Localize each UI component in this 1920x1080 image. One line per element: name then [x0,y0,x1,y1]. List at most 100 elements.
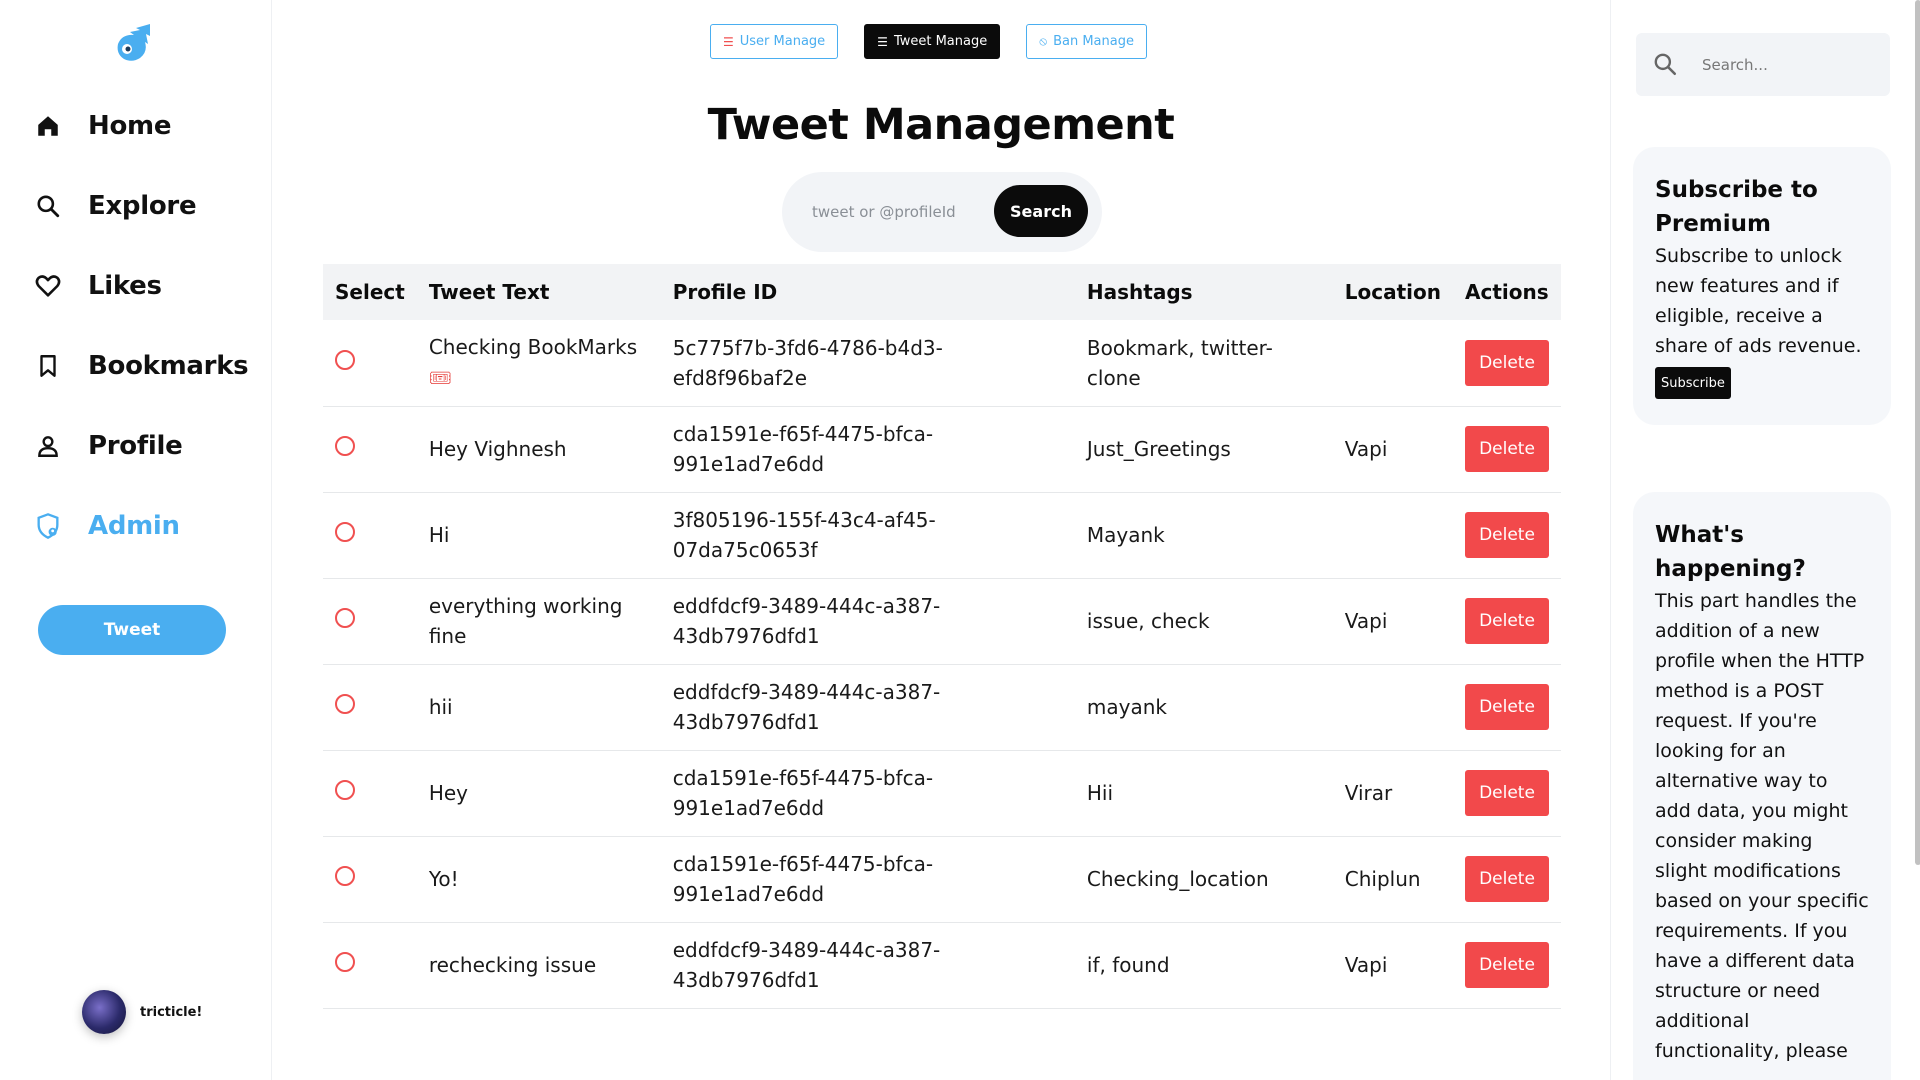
nav-item-home[interactable]: Home [28,98,248,154]
tweet-text-cell: everything working fine [428,594,623,648]
nav-item-profile[interactable]: Profile [28,418,248,474]
premium-body: Subscribe to unlock new features and if … [1655,245,1862,357]
select-radio[interactable] [335,522,355,542]
nav-item-explore[interactable]: Explore [28,178,248,234]
location-cell [1333,664,1453,750]
subscribe-button[interactable]: Subscribe [1655,367,1731,399]
tweet-text-cell: hii [428,695,453,719]
table-row: Hey cda1591e-f65f-4475-bfca-991e1ad7e6dd… [323,750,1561,836]
profile-id-cell: cda1591e-f65f-4475-bfca-991e1ad7e6dd [672,852,934,906]
delete-button[interactable]: Delete [1465,339,1549,386]
page-title: Tweet Management [707,100,1175,150]
nav-item-admin[interactable]: Admin [28,498,248,554]
hashtags-cell: mayank [1086,695,1167,719]
avatar [82,990,126,1034]
tweet-text: Checking BookMarks [428,334,638,359]
page-scrollbar[interactable] [1915,0,1920,865]
location-cell: Vapi [1344,953,1388,977]
username: tricticle! [140,1004,203,1020]
bookmark-icon [28,346,68,386]
nav-item-bookmarks[interactable]: Bookmarks [28,338,249,394]
delete-button[interactable]: Delete [1465,684,1549,730]
ticket-emoji: 🎟 [428,367,452,389]
list-icon: ☰ [723,34,734,49]
tab-ban-manage[interactable]: ⦸ Ban Manage [1026,24,1147,59]
hashtags-cell: Hii [1086,781,1114,805]
select-radio[interactable] [335,694,355,714]
global-search-input[interactable] [1702,55,1852,74]
user-icon [28,426,68,466]
table-row: Yo! cda1591e-f65f-4475-bfca-991e1ad7e6dd… [323,836,1561,922]
search-icon [28,186,68,226]
home-icon [28,106,68,146]
hashtags-cell: Checking_location [1086,867,1269,891]
hashtags-cell: Mayank [1086,523,1165,547]
delete-button[interactable]: Delete [1465,598,1549,644]
happening-title: What's happening? [1655,522,1806,582]
nav-label-bookmarks: Bookmarks [88,351,249,381]
delete-button[interactable]: Delete [1465,426,1549,472]
main-nav: Home Explore Likes Bookmarks Profile Adm… [28,98,249,578]
table-row: everything working fine eddfdcf9-3489-44… [323,578,1561,664]
nav-label-likes: Likes [88,271,162,301]
hashtags-cell: if, found [1086,953,1170,977]
select-radio[interactable] [335,349,355,370]
delete-button[interactable]: Delete [1465,770,1549,816]
right-panel: Subscribe to Premium Subscribe to unlock… [1610,0,1920,1080]
select-radio[interactable] [335,780,355,800]
delete-button[interactable]: Delete [1465,512,1549,558]
search-button[interactable]: Search [994,185,1088,237]
tweet-text-cell: Hey Vighnesh [428,437,567,461]
table-row: Checking BookMarks 🎟 5c775f7b-3fd6-4786-b… [323,320,1561,406]
tab-user-manage[interactable]: ☰ User Manage [710,24,839,59]
admin-shield-icon [28,506,68,546]
location-cell: Vapi [1344,609,1388,633]
tweet-button[interactable]: Tweet [38,605,226,655]
profile-id-cell: cda1591e-f65f-4475-bfca-991e1ad7e6dd [672,422,934,476]
header-select: Select [335,280,405,304]
happening-body: This part handles the addition of a new … [1655,590,1869,1062]
nav-label-home: Home [88,111,172,141]
select-radio[interactable] [335,608,355,628]
delete-button[interactable]: Delete [1465,856,1549,902]
premium-card: Subscribe to Premium Subscribe to unlock… [1633,147,1891,425]
tweet-search-input[interactable] [812,203,992,221]
nav-item-likes[interactable]: Likes [28,258,248,314]
header-hashtags: Hashtags [1086,280,1193,304]
location-cell: Virar [1344,781,1393,805]
location-cell: Chiplun [1344,867,1421,891]
list-icon: ☰ [877,34,888,49]
tweet-text-cell: Yo! [428,867,459,891]
profile-id-cell: eddfdcf9-3489-444c-a387-43db7976dfd1 [672,594,941,648]
app-logo-icon[interactable] [110,22,154,66]
heart-icon [28,266,68,306]
profile-id-cell: eddfdcf9-3489-444c-a387-43db7976dfd1 [672,938,941,992]
location-cell [1333,320,1453,406]
tweet-text-cell: Checking BookMarks 🎟 [417,320,661,406]
header-profile-id: Profile ID [672,280,778,304]
table-row: rechecking issue eddfdcf9-3489-444c-a387… [323,922,1561,1008]
table-header-row: Select Tweet Text Profile ID Hashtags Lo… [323,264,1561,320]
select-radio[interactable] [335,436,355,456]
account-switcher[interactable]: tricticle! [82,990,202,1034]
select-radio[interactable] [335,866,355,886]
header-location: Location [1344,280,1441,304]
tweets-table: Select Tweet Text Profile ID Hashtags Lo… [323,264,1561,1009]
hashtags-cell: Bookmark, twitter-clone [1086,335,1273,390]
header-actions: Actions [1465,280,1549,304]
tab-label: User Manage [739,34,826,49]
delete-button[interactable]: Delete [1465,942,1549,988]
tab-tweet-manage[interactable]: ☰ Tweet Manage [864,24,1001,59]
hashtags-cell: issue, check [1086,609,1210,633]
select-radio[interactable] [335,952,355,972]
table-row: Hi 3f805196-155f-43c4-af45-07da75c0653f … [323,492,1561,578]
table-row: Hey Vighnesh cda1591e-f65f-4475-bfca-991… [323,406,1561,492]
search-icon [1654,53,1677,76]
tweet-search-bar: Search [782,172,1102,252]
profile-id-cell: eddfdcf9-3489-444c-a387-43db7976dfd1 [672,680,941,734]
location-cell [1333,492,1453,578]
tweet-text-cell: Hey [428,781,468,805]
profile-id-cell: cda1591e-f65f-4475-bfca-991e1ad7e6dd [672,766,934,820]
admin-tabs: ☰ User Manage ☰ Tweet Manage ⦸ Ban Manag… [710,24,1147,59]
tab-label: Ban Manage [1053,34,1134,49]
